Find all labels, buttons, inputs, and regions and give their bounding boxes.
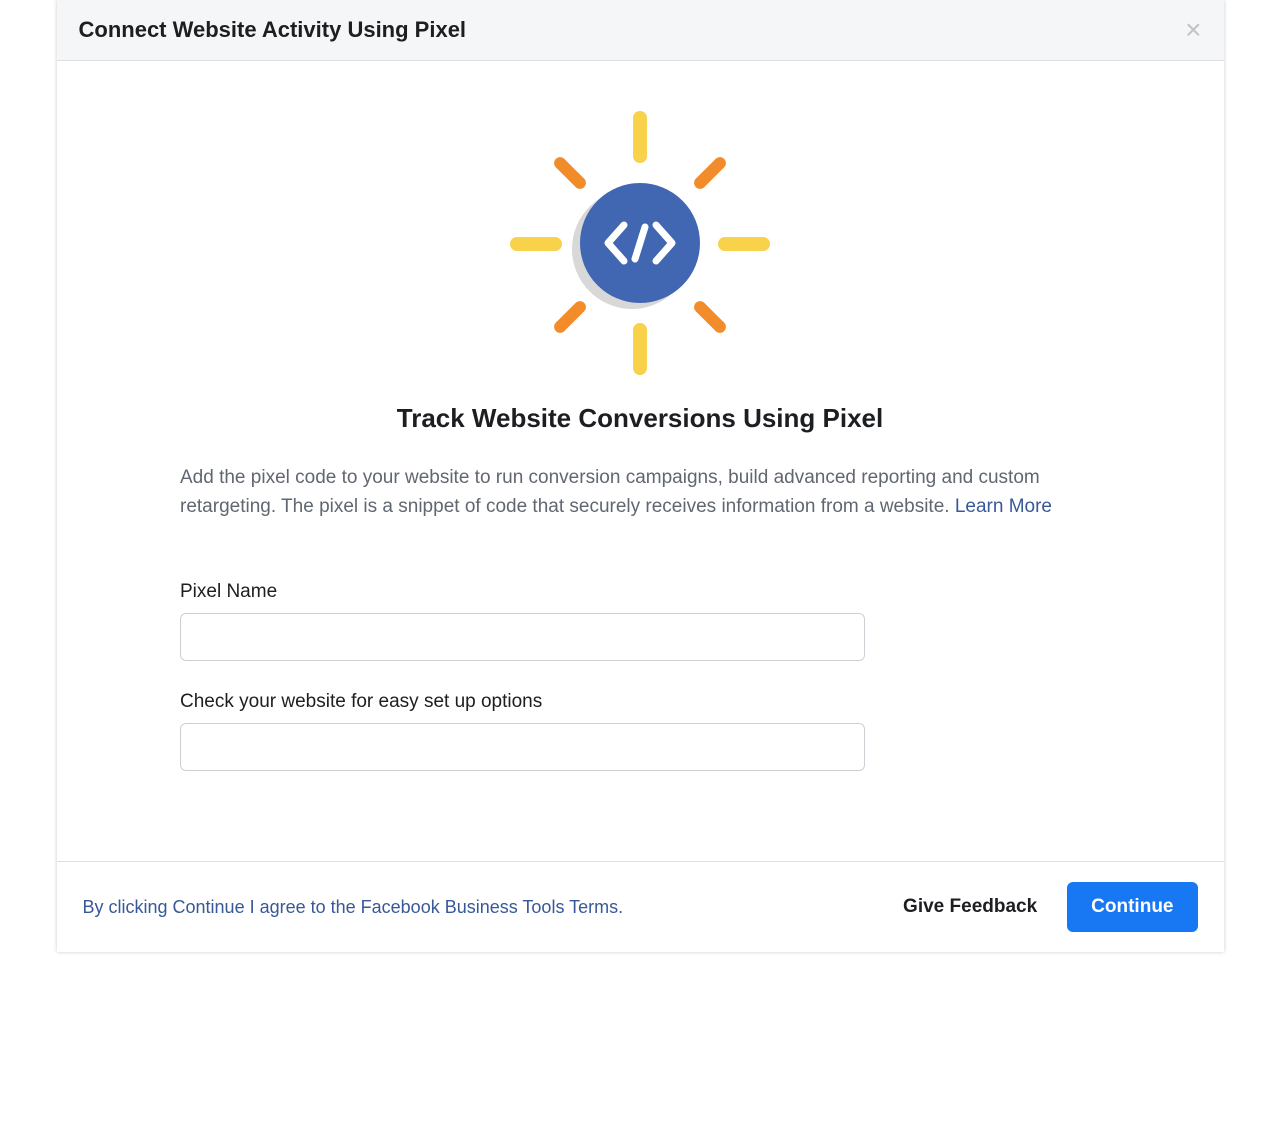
content-section: Track Website Conversions Using Pixel Ad… [180,403,1100,801]
learn-more-link[interactable]: Learn More [955,496,1052,517]
close-icon[interactable]: × [1185,16,1201,44]
description-body: Add the pixel code to your website to ru… [180,467,1040,517]
modal-body: Track Website Conversions Using Pixel Ad… [57,61,1224,861]
give-feedback-link[interactable]: Give Feedback [903,896,1037,918]
section-heading: Track Website Conversions Using Pixel [180,403,1100,434]
modal-header: Connect Website Activity Using Pixel × [57,0,1224,61]
modal-title: Connect Website Activity Using Pixel [79,17,467,43]
pixel-setup-modal: Connect Website Activity Using Pixel × [57,0,1224,952]
description-text: Add the pixel code to your website to ru… [180,464,1100,521]
pixel-name-label: Pixel Name [180,581,1100,603]
code-circle-icon [580,183,700,303]
website-check-label: Check your website for easy set up optio… [180,691,1100,713]
modal-footer: By clicking Continue I agree to the Face… [57,861,1224,952]
footer-actions: Give Feedback Continue [903,882,1197,932]
code-brackets-icon [604,221,676,265]
terms-link[interactable]: By clicking Continue I agree to the Face… [83,897,624,918]
website-check-input[interactable] [180,723,865,771]
continue-button[interactable]: Continue [1067,882,1197,932]
pixel-sun-illustration [500,101,780,381]
pixel-name-input[interactable] [180,613,865,661]
